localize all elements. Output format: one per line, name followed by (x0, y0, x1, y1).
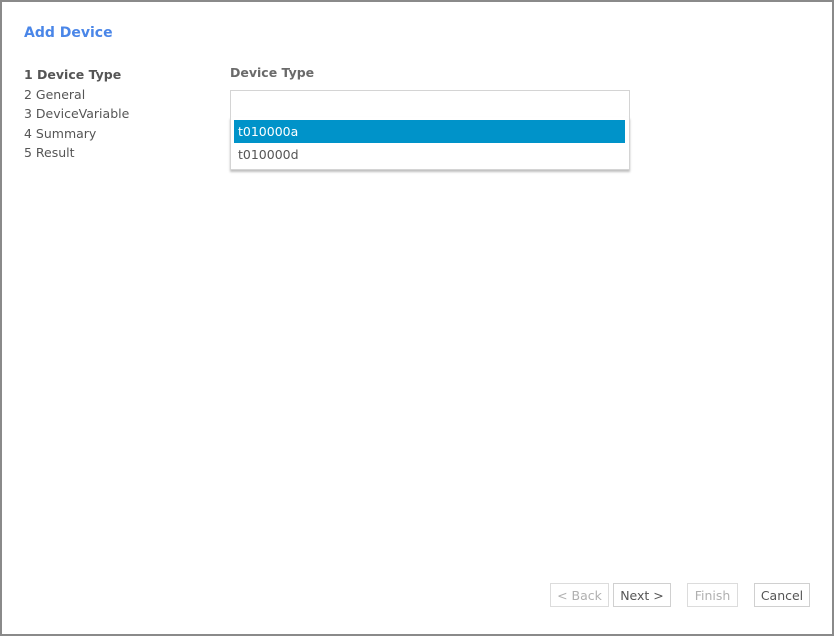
step-device-type: 1 Device Type (24, 67, 122, 82)
dialog-title: Add Device (24, 25, 113, 41)
dropdown-option[interactable]: t010000a (234, 120, 625, 143)
device-type-dropdown-list: t010000a t010000d (230, 117, 630, 170)
step-summary: 4 Summary (24, 125, 97, 141)
step-result: 5 Result (24, 145, 75, 160)
wizard-steps: 1 Device Type 2 General 3 DeviceVariable… (24, 65, 129, 163)
dropdown-option[interactable]: t010000d (234, 143, 625, 166)
device-type-select[interactable] (230, 90, 630, 118)
add-device-dialog: Add Device 1 Device Type 2 General 3 Dev… (0, 0, 834, 636)
cancel-button[interactable]: Cancel (754, 583, 810, 607)
device-type-label: Device Type (230, 65, 315, 80)
finish-button[interactable]: Finish (687, 583, 738, 607)
next-button[interactable]: Next > (613, 583, 671, 607)
back-button[interactable]: < Back (550, 583, 609, 607)
step-general: 2 General (24, 86, 86, 102)
step-device-variable: 3 DeviceVariable (24, 106, 130, 121)
